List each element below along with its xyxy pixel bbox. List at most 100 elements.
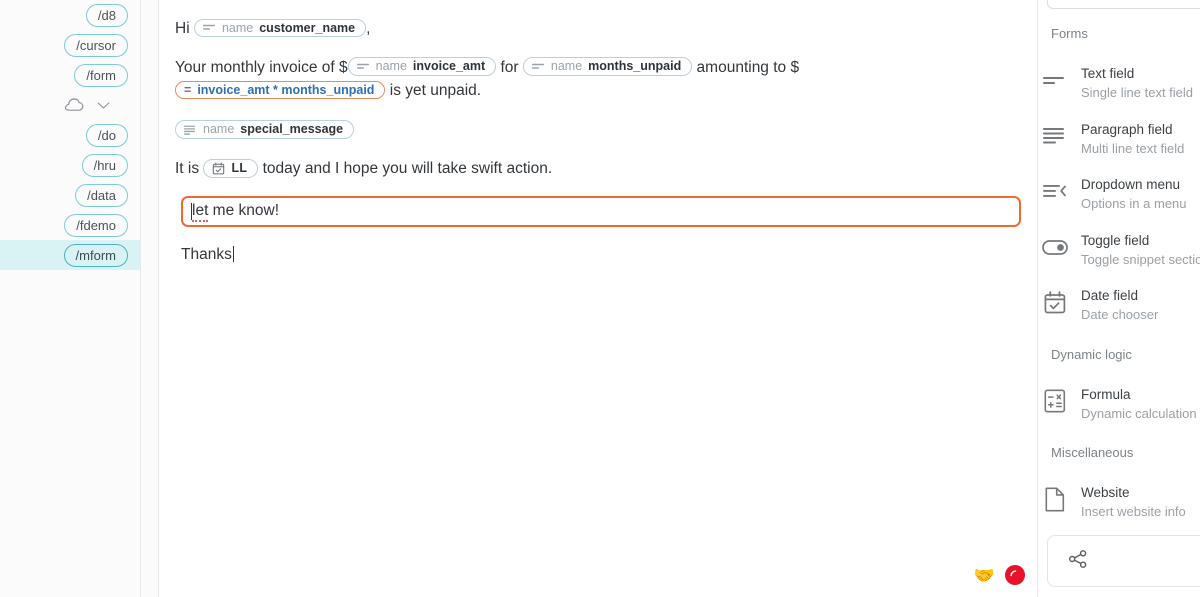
snippet-sidebar: /d8 /cursor /form /do /hru /data /fdemo … (0, 0, 141, 597)
field-text: Text field Single line text field (1081, 65, 1193, 101)
sidebar-item-mform[interactable]: /mform (0, 240, 140, 270)
field-text: Formula Dynamic calculation (1081, 386, 1197, 422)
field-item-paragraph-field[interactable]: Paragraph field Multi line text field (1042, 121, 1200, 157)
field-item-toggle-field[interactable]: Toggle field Toggle snippet section (1042, 232, 1200, 268)
token-date[interactable]: LL (203, 158, 259, 178)
sidebar-item-cursor[interactable]: /cursor (0, 30, 140, 60)
field-text: Paragraph field Multi line text field (1081, 121, 1184, 157)
record-icon[interactable] (1005, 565, 1025, 585)
field-desc: Date chooser (1081, 306, 1159, 322)
token-kind-label: name (550, 59, 583, 74)
greeting-comma: , (366, 20, 371, 37)
page-icon (1042, 486, 1068, 512)
snippet-pill-label: /do (85, 123, 128, 147)
field-desc: Insert website info (1081, 503, 1186, 519)
field-item-text-field[interactable]: Text field Single line text field (1042, 65, 1200, 101)
snippet-pill-label: /mform (63, 243, 128, 267)
field-desc: Dynamic calculation (1081, 405, 1197, 421)
section-title-miscellaneous: Miscellaneous (1051, 445, 1134, 460)
field-text: Date field Date chooser (1081, 287, 1158, 323)
field-name: Paragraph field (1081, 122, 1173, 137)
token-value-label: LL (231, 160, 248, 175)
sidebar-item-fdemo[interactable]: /fdemo (0, 210, 140, 240)
field-desc: Options in a menu (1081, 195, 1187, 211)
field-text: Website Insert website info (1081, 484, 1186, 520)
field-text: Toggle field Toggle snippet section (1081, 232, 1200, 268)
field-name: Website (1081, 485, 1130, 500)
snippet-pill-label: /fdemo (64, 213, 128, 237)
field-item-date-field[interactable]: Date field Date chooser (1042, 287, 1200, 323)
paragraph-field-icon (184, 125, 197, 135)
editor-line-greeting: Hi name customer_name , (175, 17, 1021, 41)
calendar-icon (1042, 289, 1068, 315)
field-name: Toggle field (1081, 233, 1150, 248)
field-name: Dropdown menu (1081, 177, 1181, 192)
field-item-website[interactable]: Website Insert website info (1042, 484, 1200, 520)
token-invoice-amt[interactable]: name invoice_amt (347, 57, 497, 76)
token-special-message[interactable]: name special_message (175, 120, 355, 139)
handshake-icon[interactable]: 🤝 (974, 567, 995, 584)
field-item-dropdown-menu[interactable]: Dropdown menu Options in a menu (1042, 176, 1200, 212)
editor-line-invoice: Your monthly invoice of $ name invoice_a… (175, 56, 1005, 103)
field-desc: Single line text field (1081, 84, 1194, 100)
active-snippet-input[interactable]: let me know! (181, 195, 1021, 227)
snippet-pill-label: /form (74, 63, 128, 87)
field-text: Dropdown menu Options in a menu (1081, 176, 1187, 212)
sidebar-folder-row[interactable] (0, 90, 140, 120)
token-customer-name[interactable]: name customer_name (193, 18, 367, 38)
invoice-mid-text: for (500, 58, 519, 76)
share-button[interactable] (1047, 535, 1200, 587)
calendar-icon (212, 162, 225, 175)
snippet-pill-label: /cursor (64, 33, 128, 57)
section-title-dynamic-logic: Dynamic logic (1051, 347, 1132, 362)
sidebar-item-data[interactable]: /data (0, 180, 140, 210)
snippet-pill-label: /d8 (85, 3, 128, 27)
paragraph-field-icon (1042, 123, 1068, 149)
field-desc: Toggle snippet section (1081, 251, 1200, 267)
closing-text: Thanks (181, 245, 232, 263)
active-input-rest: me know! (208, 202, 280, 220)
token-kind-label: name (203, 122, 235, 137)
insert-field-panel: Forms Text field Single line text field … (1038, 0, 1200, 597)
token-value-label: invoice_amt (412, 59, 486, 74)
toggle-icon (1042, 234, 1068, 260)
sidebar-item-hru[interactable]: /hru (0, 150, 140, 180)
token-value-label: special_message (240, 122, 344, 137)
field-name: Text field (1081, 66, 1135, 81)
token-value-label: customer_name (259, 20, 356, 35)
sidebar-item-do[interactable]: /do (0, 120, 140, 150)
token-kind-label: name (375, 59, 407, 74)
app-root: /d8 /cursor /form /do /hru /data /fdemo … (0, 0, 1200, 597)
token-value-label: months_unpaid (588, 59, 682, 74)
dropdown-menu-icon (1042, 178, 1068, 204)
text-field-icon (531, 62, 545, 71)
chevron-down-icon[interactable] (97, 101, 110, 110)
field-name: Date field (1081, 288, 1139, 303)
field-item-formula[interactable]: Formula Dynamic calculation (1042, 386, 1200, 422)
text-field-icon (1042, 67, 1068, 93)
share-icon (1068, 549, 1088, 574)
date-suffix-text: today and I hope you will take swift act… (262, 160, 553, 178)
snippet-editor[interactable]: Hi name customer_name , Your monthly inv… (159, 0, 1037, 597)
editor-line-closing: Thanks (181, 243, 1021, 267)
invoice-prefix-text: Your monthly invoice of $ (175, 58, 348, 76)
token-kind-label: name (221, 20, 254, 35)
calculator-icon (1042, 388, 1068, 414)
spellcheck-word: let (192, 202, 209, 223)
active-input-text: let me know! (192, 202, 280, 223)
token-formula[interactable]: = invoice_amt * months_unpaid (175, 80, 386, 100)
sidebar-item-d8[interactable]: /d8 (0, 0, 140, 30)
sidebar-item-form[interactable]: /form (0, 60, 140, 90)
editor-badges: 🤝 (974, 565, 1025, 585)
field-desc: Multi line text field (1081, 140, 1185, 156)
snippet-editor-panel: Hi name customer_name , Your monthly inv… (158, 0, 1038, 597)
snippet-pill-label: /hru (81, 153, 128, 177)
snippet-pill-label: /data (75, 183, 128, 207)
cloud-icon (64, 98, 84, 112)
field-search-input[interactable] (1047, 0, 1200, 9)
sidebar-gutter (141, 0, 158, 597)
date-prefix-text: It is (175, 160, 200, 178)
token-value-label: invoice_amt * months_unpaid (197, 82, 375, 97)
greeting-text: Hi (175, 20, 190, 37)
token-months-unpaid[interactable]: name months_unpaid (522, 57, 693, 76)
